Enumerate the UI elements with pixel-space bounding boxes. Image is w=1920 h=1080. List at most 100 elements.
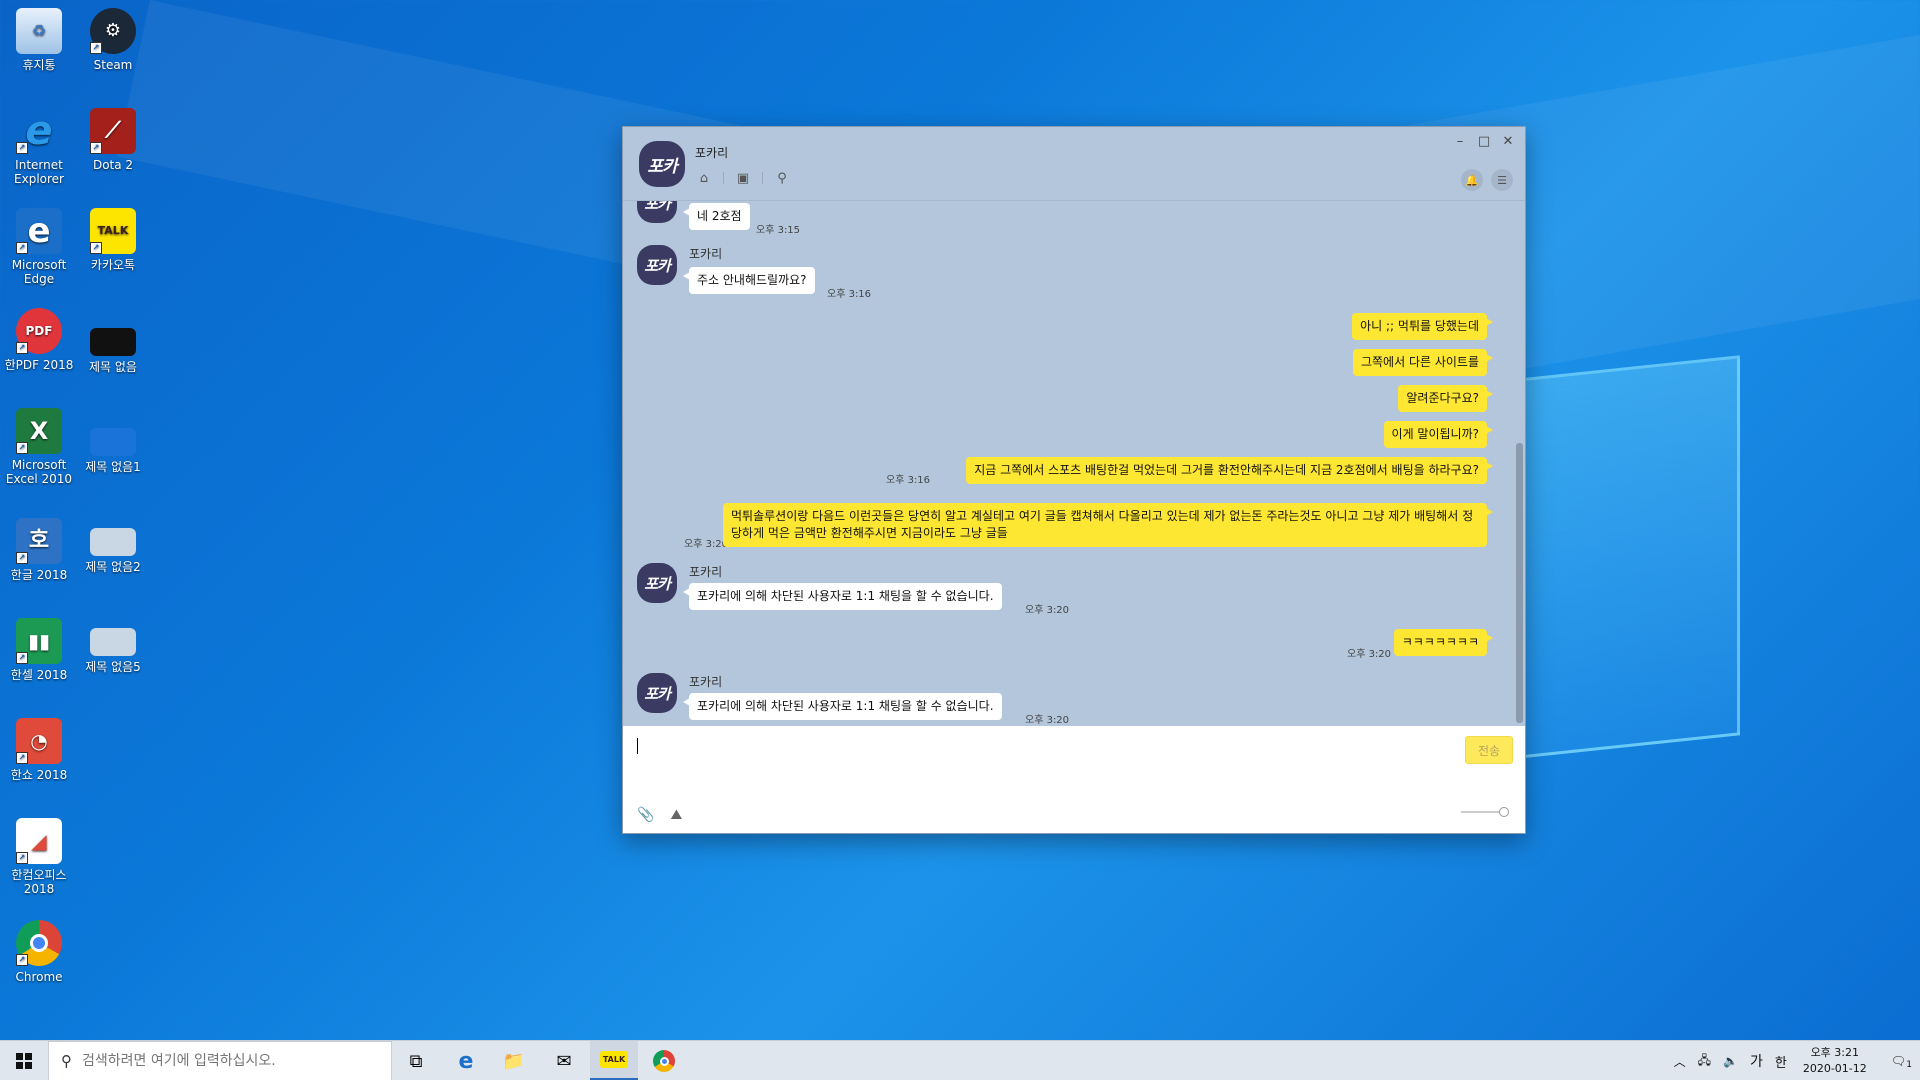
minimize-icon[interactable]: – [1453,135,1467,149]
window-controls: – □ ✕ [1453,135,1515,149]
desktop-icon-steam[interactable]: ⚙ ↗ Steam [74,8,152,72]
message-time: 오후 3:15 [756,225,801,236]
desktop-icon-untitled2[interactable]: 제목 없음2 [74,518,152,574]
message-incoming: 포카리에 의해 차단된 사용자로 1:1 채팅을 할 수 없습니다. [683,583,1002,610]
kakaotalk-chat-window: 포카 포카리 ⌂ ▣ ⚲ – □ ✕ 🔔 ☰ 포카 네 2호점 오후 3:15 … [622,126,1526,834]
desktop-icon-excel[interactable]: X ↗ Microsoft Excel 2010 [0,408,78,486]
hancom-office-icon: ◢ ↗ [16,818,62,864]
avatar[interactable]: 포카 [637,673,677,713]
desktop-icon-dota2[interactable]: ⟋ ↗ Dota 2 [74,108,152,172]
taskbar-search[interactable]: ⚲ [48,1041,392,1080]
message-text: 그쪽에서 다른 사이트를 [1352,349,1494,376]
message-sender: 포카리 [689,565,723,579]
notification-icon: 🗨 [1890,1054,1906,1068]
taskbar-chrome[interactable] [640,1041,688,1080]
search-input[interactable] [82,1053,372,1069]
desktop-icon-hangul[interactable]: 호 ↗ 한글 2018 [0,518,78,582]
desktop-icon-hanshow[interactable]: ◔ ↗ 한쇼 2018 [0,718,78,782]
maximize-icon[interactable]: □ [1477,135,1491,149]
task-view-button[interactable]: ⧉ [392,1041,440,1080]
image-file-icon [90,528,136,556]
taskbar-edge[interactable]: e [442,1041,490,1080]
task-view-icon: ⧉ [409,1050,423,1072]
message-outgoing: 지금 그쪽에서 스포츠 배팅한걸 먹었는데 그거를 환전안해주시는데 지금 2호… [966,457,1493,484]
hanpdf-icon: PDF ↗ [16,308,62,354]
taskbar-kakaotalk[interactable]: TALK [590,1041,638,1080]
message-outgoing: 먹튀솔루션이랑 다음드 이런곳들은 당연히 알고 계실테고 여기 글들 캡쳐해서… [723,503,1493,547]
message-text: 주소 안내해드릴까요? [683,267,815,294]
hanshow-icon: ◔ ↗ [16,718,62,764]
chevron-up-icon[interactable]: ︿ [1668,1053,1692,1070]
message-text: 먹튀솔루션이랑 다음드 이런곳들은 당연히 알고 계실테고 여기 글들 캡쳐해서… [723,503,1493,547]
start-button[interactable] [0,1041,48,1080]
desktop-icon-untitled1[interactable]: 제목 없음1 [74,418,152,474]
edge-icon: e ↗ [16,208,62,254]
message-scrollbar[interactable] [1516,203,1523,723]
message-time: 오후 3:20 [684,539,729,550]
chat-room-avatar[interactable]: 포카 [639,141,685,187]
message-time: 오후 3:20 [1347,649,1392,660]
message-sender: 포카리 [689,675,723,689]
desktop-icon-chrome[interactable]: ↗ Chrome [0,920,78,984]
send-button[interactable]: 전송 [1465,736,1513,764]
message-time: 오후 3:20 [1025,715,1070,726]
kakaotalk-icon: TALK [599,1051,629,1068]
message-input-area[interactable]: 전송 📎 ⛰ [623,726,1525,833]
desktop-icon-hancell[interactable]: ▮▮ ↗ 한셀 2018 [0,618,78,682]
avatar[interactable]: 포카 [637,563,677,603]
taskbar-mail[interactable]: ✉ [540,1041,588,1080]
notification-bell-icon[interactable]: 🔔 [1461,169,1483,191]
volume-icon[interactable]: 🔈 [1717,1054,1744,1068]
action-center-button[interactable]: 🗨 1 [1877,1054,1920,1070]
clock-time: 오후 3:21 [1810,1046,1860,1059]
message-incoming: 네 2호점 [683,203,750,230]
taskbar-file-explorer[interactable]: 📁 [490,1041,538,1080]
message-incoming: 주소 안내해드릴까요? [683,267,815,294]
desktop-icon-hancom-office[interactable]: ◢ ↗ 한컴오피스 2018 [0,818,78,896]
message-list: 포카 네 2호점 오후 3:15 포카 포카리 주소 안내해드릴까요? 오후 3… [623,201,1515,726]
chat-header: 포카 포카리 ⌂ ▣ ⚲ – □ ✕ 🔔 ☰ [623,127,1525,201]
menu-icon[interactable]: ☰ [1491,169,1513,191]
message-text: 네 2호점 [683,203,750,230]
avatar[interactable]: 포카 [637,201,677,223]
message-text: 지금 그쪽에서 스포츠 배팅한걸 먹었는데 그거를 환전안해주시는데 지금 2호… [966,457,1493,484]
input-tools: 📎 ⛰ [637,807,682,823]
desktop-icon-untitled5[interactable]: 제목 없음5 [74,618,152,674]
desktop-icon-hanpdf[interactable]: PDF ↗ 한PDF 2018 [0,308,78,372]
excel-icon: X ↗ [16,408,62,454]
message-outgoing: ㅋㅋㅋㅋㅋㅋㅋ [1393,629,1494,656]
image-file-icon [90,428,136,456]
inbox-icon[interactable]: ▣ [734,169,752,187]
message-outgoing: 알려준다구요? [1398,385,1493,412]
ime-mode[interactable]: 가 [1744,1051,1769,1071]
divider [723,172,724,184]
avatar[interactable]: 포카 [637,245,677,285]
slider-knob[interactable] [1499,807,1509,817]
network-icon[interactable]: 🖧 [1692,1051,1717,1072]
hancell-icon: ▮▮ ↗ [16,618,62,664]
desktop: ♻ 휴지통 e ↗ Internet Explorer e ↗ Microsoft … [0,0,1920,1040]
chat-header-right: 🔔 ☰ [1461,169,1513,191]
message-text: 이게 말이됩니까? [1383,421,1494,448]
message-outgoing: 이게 말이됩니까? [1383,421,1494,448]
ime-language[interactable]: 한 [1769,1052,1793,1071]
desktop-icon-kakaotalk[interactable]: TALK ↗ 카카오톡 [74,208,152,272]
clock[interactable]: 오후 3:21 2020-01-12 [1793,1045,1877,1077]
desktop-icon-untitled[interactable]: 제목 없음 [74,318,152,374]
image-icon[interactable]: ⛰ [670,807,682,823]
close-icon[interactable]: ✕ [1501,135,1515,149]
message-time: 오후 3:20 [1025,605,1070,616]
desktop-icon-internet-explorer[interactable]: e ↗ Internet Explorer [0,108,78,186]
home-icon[interactable]: ⌂ [695,169,713,187]
paperclip-icon[interactable]: 📎 [637,807,654,823]
desktop-icon-recycle-bin[interactable]: ♻ 휴지통 [0,8,78,72]
kakaotalk-icon: TALK ↗ [90,208,136,254]
text-caret [637,738,638,754]
edge-icon: e [458,1048,474,1074]
transparency-slider[interactable] [1461,807,1509,817]
scrollbar-thumb[interactable] [1516,443,1523,723]
desktop-icon-edge[interactable]: e ↗ Microsoft Edge [0,208,78,286]
internet-explorer-icon: e ↗ [16,108,62,154]
message-time: 오후 3:16 [827,289,872,300]
search-icon[interactable]: ⚲ [773,169,791,187]
